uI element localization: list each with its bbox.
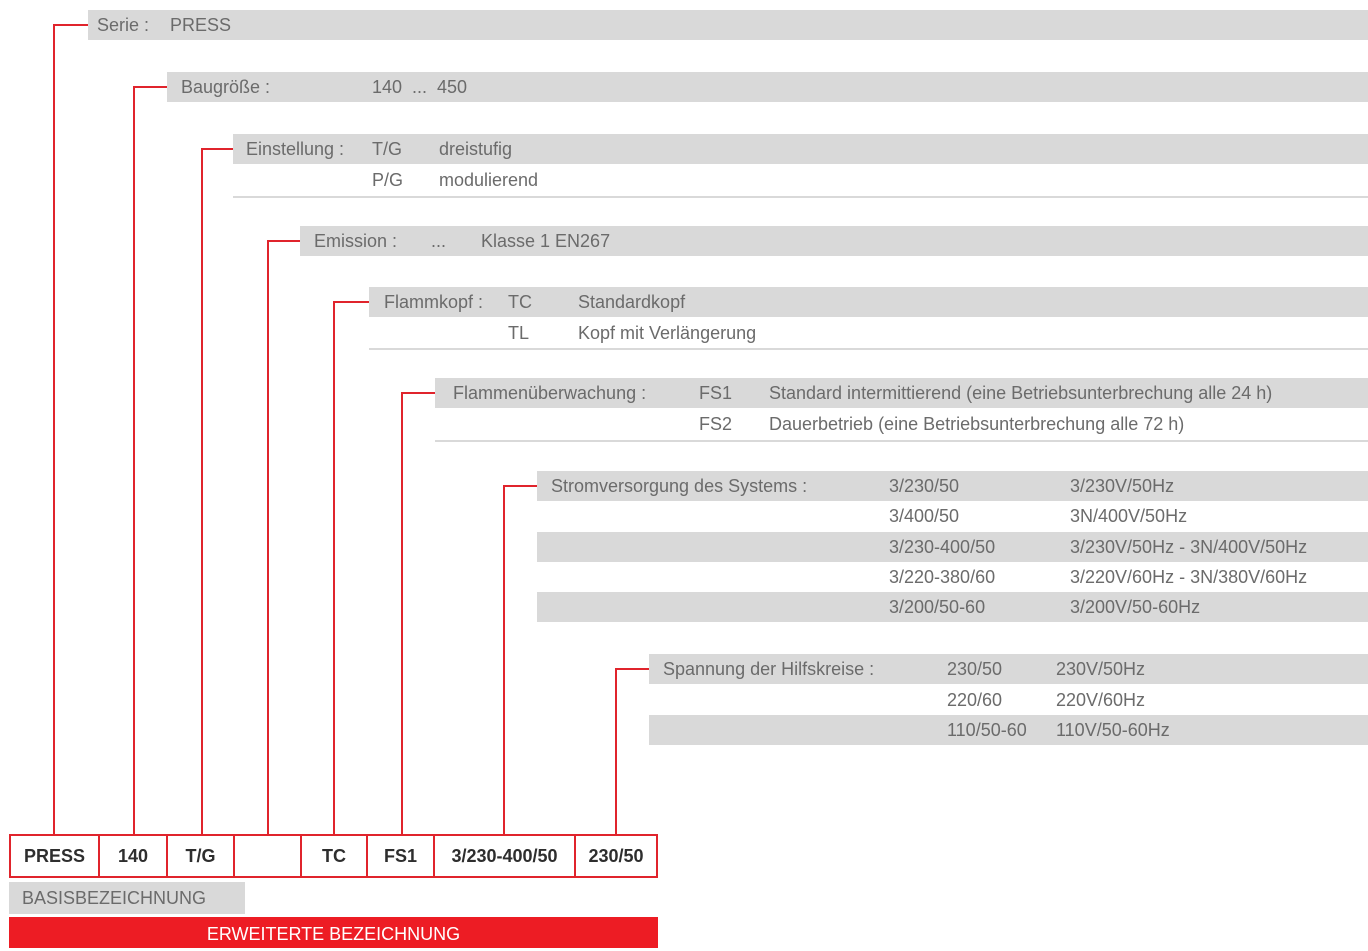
connector-hilfs	[615, 668, 649, 670]
flammen-rule	[435, 440, 1368, 442]
emission-band	[300, 226, 1368, 256]
code-box-serie: PRESS	[9, 834, 100, 878]
einstellung-band	[233, 134, 1368, 164]
flammen-desc: Standard intermittierend (eine Betriebsu…	[769, 383, 1273, 403]
basis-label: BASISBEZEICHNUNG	[9, 882, 245, 914]
connector-baugroesse	[133, 86, 167, 88]
strom-desc: 3N/400V/50Hz	[1070, 506, 1188, 526]
baugroesse-value: 140 ... 450	[372, 77, 468, 97]
flammkopf-label: Flammkopf :	[384, 292, 484, 312]
flammkopf-desc: Kopf mit Verlängerung	[578, 323, 757, 343]
emission-label: Emission :	[314, 231, 398, 251]
connector-strom	[503, 485, 537, 487]
flammkopf-code: TC	[508, 292, 532, 312]
erweiterte-label: ERWEITERTE BEZEICHNUNG	[9, 917, 658, 948]
flammkopf-code: TL	[508, 323, 530, 343]
flammen-code: FS1	[699, 383, 733, 403]
baugroesse-label: Baugröße :	[181, 77, 271, 97]
strom-code: 3/400/50	[889, 506, 960, 526]
hilfs-label: Spannung der Hilfskreise :	[663, 659, 875, 679]
connector-flammen	[401, 392, 435, 394]
einstellung-code: P/G	[372, 170, 404, 190]
connector-serie	[53, 24, 55, 835]
serie-label: Serie :	[97, 15, 150, 35]
connector-baugroesse	[133, 86, 135, 835]
connector-serie	[53, 24, 88, 26]
hilfs-desc: 220V/60Hz	[1056, 690, 1146, 710]
connector-einstellung	[201, 148, 203, 835]
connector-flammkopf	[333, 301, 335, 835]
strom-desc: 3/230V/50Hz - 3N/400V/50Hz	[1070, 537, 1308, 557]
connector-flammkopf	[333, 301, 369, 303]
hilfs-desc: 230V/50Hz	[1056, 659, 1146, 679]
serie-band	[88, 10, 1368, 40]
baugroesse-band	[167, 72, 1368, 102]
code-box-baugroesse: 140	[98, 834, 168, 878]
flammen-label: Flammenüberwachung :	[453, 383, 647, 403]
flammkopf-rule	[369, 348, 1368, 350]
connector-flammen	[401, 392, 403, 835]
serie-value: PRESS	[170, 15, 232, 35]
connector-emission	[267, 240, 300, 242]
strom-code: 3/220-380/60	[889, 567, 996, 587]
flammen-desc: Dauerbetrieb (eine Betriebsunterbrechung…	[769, 414, 1185, 434]
strom-code: 3/200/50-60	[889, 597, 986, 617]
strom-desc: 3/230V/50Hz	[1070, 476, 1175, 496]
connector-emission	[267, 240, 269, 835]
code-box-hilfs: 230/50	[574, 834, 658, 878]
strom-desc: 3/220V/60Hz - 3N/380V/60Hz	[1070, 567, 1308, 587]
einstellung-desc: modulierend	[439, 170, 539, 190]
flammkopf-desc: Standardkopf	[578, 292, 686, 312]
strom-desc: 3/200V/50-60Hz	[1070, 597, 1201, 617]
code-box-flammen: FS1	[366, 834, 435, 878]
hilfs-code: 110/50-60	[947, 720, 1027, 740]
strom-label: Stromversorgung des Systems :	[551, 476, 808, 496]
connector-einstellung	[201, 148, 233, 150]
strom-code: 3/230/50	[889, 476, 960, 496]
einstellung-desc: dreistufig	[439, 139, 513, 159]
connector-hilfs	[615, 668, 617, 835]
code-box-flammkopf: TC	[300, 834, 368, 878]
code-box-emission	[233, 834, 302, 878]
einstellung-code: T/G	[372, 139, 402, 159]
strom-code: 3/230-400/50	[889, 537, 996, 557]
connector-strom	[503, 485, 505, 835]
code-box-strom: 3/230-400/50	[433, 834, 576, 878]
hilfs-desc: 110V/50-60Hz	[1056, 720, 1170, 740]
einstellung-rule	[233, 196, 1368, 198]
flammen-code: FS2	[699, 414, 733, 434]
emission-desc: Klasse 1 EN267	[481, 231, 611, 251]
emission-code: ...	[431, 231, 447, 251]
hilfs-code: 230/50	[947, 659, 1003, 679]
code-box-einstellung: T/G	[166, 834, 235, 878]
einstellung-label: Einstellung :	[246, 139, 345, 159]
hilfs-code: 220/60	[947, 690, 1003, 710]
